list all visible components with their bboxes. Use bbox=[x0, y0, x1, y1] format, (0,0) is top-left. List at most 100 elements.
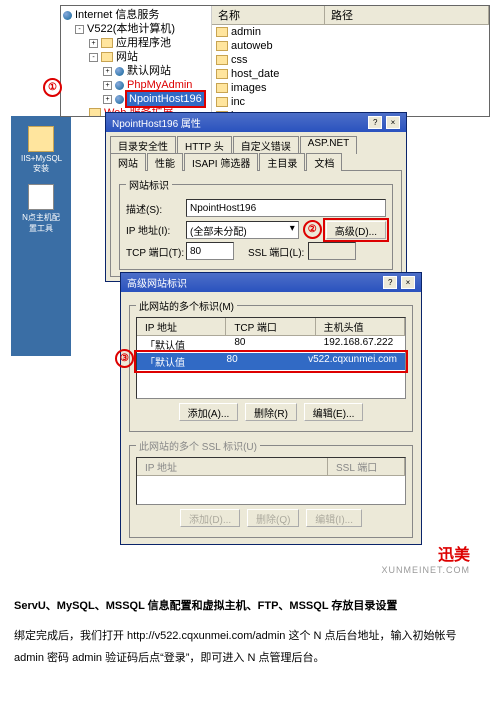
folder-icon bbox=[216, 83, 228, 93]
desc-label: 描述(S): bbox=[126, 201, 186, 216]
edit-button: 编辑(I)... bbox=[306, 509, 362, 527]
annotation-3: ③ bbox=[115, 349, 134, 368]
advanced-button[interactable]: 高级(D)... bbox=[326, 221, 386, 239]
folder-icon bbox=[216, 27, 228, 37]
ssl-identity-fieldset: 此网站的多个 SSL 标识(U) IP 地址 SSL 端口 添加(D)... 删… bbox=[129, 438, 413, 538]
tab-documents[interactable]: 文档 bbox=[306, 153, 342, 171]
tcp-label: TCP 端口(T): bbox=[126, 244, 186, 259]
folder-icon bbox=[216, 97, 228, 107]
folder-icon bbox=[216, 41, 228, 51]
list-item[interactable]: css bbox=[212, 53, 489, 67]
annotation-1: ① bbox=[43, 78, 62, 97]
tab-website[interactable]: 网站 bbox=[110, 153, 146, 171]
site-icon bbox=[115, 67, 124, 76]
plus-icon[interactable]: + bbox=[103, 95, 112, 104]
site-properties-dialog: NpointHost196 属性 ? × 目录安全性 HTTP 头 自定义错误 … bbox=[105, 112, 407, 282]
desktop-icon[interactable]: N点主机配置工具 bbox=[21, 184, 61, 234]
folder-icon bbox=[89, 108, 101, 116]
tree-node-site[interactable]: +默认网站 bbox=[61, 64, 211, 78]
tree-node-site-selected[interactable]: +NpointHost196 bbox=[61, 92, 211, 106]
minus-icon[interactable]: - bbox=[89, 53, 98, 62]
chevron-down-icon: ▾ bbox=[290, 223, 295, 237]
listview-header: IP 地址 TCP 端口 主机头值 bbox=[137, 318, 405, 336]
help-icon[interactable]: ? bbox=[383, 276, 397, 289]
site-identity-fieldset: 网站标识 描述(S): IP 地址(I): (全部未分配)▾ ② 高级(D)..… bbox=[119, 177, 393, 270]
iis-tree-panel[interactable]: Internet 信息服务 -V522(本地计算机) +应用程序池 -网站 +默… bbox=[61, 6, 212, 116]
dialog-titlebar[interactable]: NpointHost196 属性 ? × bbox=[106, 113, 406, 132]
ip-combo[interactable]: (全部未分配)▾ bbox=[186, 221, 299, 239]
col-name[interactable]: 名称 bbox=[212, 6, 325, 24]
tree-node-websites[interactable]: -网站 bbox=[61, 50, 211, 64]
add-button[interactable]: 添加(A)... bbox=[179, 403, 239, 421]
ssl-listview: IP 地址 SSL 端口 bbox=[136, 457, 406, 505]
plus-icon[interactable]: + bbox=[103, 67, 112, 76]
dialog-titlebar[interactable]: 高级网站标识 ? × bbox=[121, 273, 421, 292]
tab-content: 网站标识 描述(S): IP 地址(I): (全部未分配)▾ ② 高级(D)..… bbox=[110, 170, 402, 277]
list-item[interactable]: images bbox=[212, 81, 489, 95]
tab-http-headers[interactable]: HTTP 头 bbox=[177, 136, 232, 154]
desktop-icon-label: N点主机配置工具 bbox=[22, 213, 60, 233]
tab-home-dir[interactable]: 主目录 bbox=[259, 153, 305, 171]
folder-icon bbox=[216, 69, 228, 79]
col-host[interactable]: 主机头值 bbox=[316, 318, 405, 335]
tree-node-site[interactable]: +PhpMyAdmin bbox=[61, 78, 211, 92]
ip-label: IP 地址(I): bbox=[126, 222, 186, 237]
listview-header: IP 地址 SSL 端口 bbox=[137, 458, 405, 476]
tree-node-apppools[interactable]: +应用程序池 bbox=[61, 36, 211, 50]
ssl-label: SSL 端口(L): bbox=[248, 244, 308, 259]
body-paragraph: 绑定完成后，我们打开 http://v522.cqxunmei.com/admi… bbox=[0, 615, 500, 679]
tab-dir-security[interactable]: 目录安全性 bbox=[110, 136, 176, 154]
close-icon[interactable]: × bbox=[386, 116, 400, 129]
identity-listview[interactable]: IP 地址 TCP 端口 主机头值 「默认值 80 192.168.67.222… bbox=[136, 317, 406, 399]
desc-input[interactable] bbox=[186, 199, 386, 217]
site-icon bbox=[115, 95, 124, 104]
advanced-identity-dialog: 高级网站标识 ? × 此网站的多个标识(M) ③ IP 地址 TCP 端口 主机… bbox=[120, 272, 422, 545]
multi-identity-fieldset: 此网站的多个标识(M) ③ IP 地址 TCP 端口 主机头值 「默认值 80 … bbox=[129, 298, 413, 432]
fieldset-legend: 网站标识 bbox=[126, 177, 172, 192]
folder-icon bbox=[28, 126, 54, 152]
window-buttons: ? × bbox=[382, 276, 415, 289]
delete-button[interactable]: 删除(R) bbox=[245, 403, 297, 421]
dialog-title: NpointHost196 属性 bbox=[112, 115, 201, 130]
tcp-port-input[interactable] bbox=[186, 242, 234, 260]
iis-mmc-window: IIS+MySQL安装 N点主机配置工具 ① Internet 信息服务 -V5… bbox=[60, 5, 490, 117]
col-ip: IP 地址 bbox=[137, 458, 328, 475]
close-icon[interactable]: × bbox=[401, 276, 415, 289]
minus-icon[interactable]: - bbox=[75, 25, 84, 34]
fieldset-legend: 此网站的多个 SSL 标识(U) bbox=[136, 438, 260, 453]
col-ssl: SSL 端口 bbox=[328, 458, 405, 475]
col-ip[interactable]: IP 地址 bbox=[137, 318, 226, 335]
desktop-background: IIS+MySQL安装 N点主机配置工具 bbox=[11, 116, 71, 356]
globe-icon bbox=[63, 11, 72, 20]
tree-node-server[interactable]: -V522(本地计算机) bbox=[61, 22, 211, 36]
folder-icon bbox=[101, 52, 113, 62]
col-tcp[interactable]: TCP 端口 bbox=[226, 318, 315, 335]
button-row: 添加(A)... 删除(R) 编辑(E)... bbox=[136, 399, 406, 425]
listview-row[interactable]: 「默认值 80 192.168.67.222 bbox=[137, 336, 405, 353]
tree-node-root[interactable]: Internet 信息服务 bbox=[61, 8, 211, 22]
listview-row-selected[interactable]: 「默认值 80 v522.cqxunmei.com bbox=[137, 353, 405, 370]
tab-custom-errors[interactable]: 自定义错误 bbox=[233, 136, 299, 154]
tool-icon bbox=[28, 184, 54, 210]
tab-performance[interactable]: 性能 bbox=[147, 153, 183, 171]
tab-isapi[interactable]: ISAPI 筛选器 bbox=[184, 153, 258, 171]
add-button: 添加(D)... bbox=[180, 509, 240, 527]
annotation-2: ② bbox=[303, 220, 322, 239]
plus-icon[interactable]: + bbox=[89, 39, 98, 48]
dialog-title: 高级网站标识 bbox=[127, 275, 187, 290]
list-item[interactable]: host_date bbox=[212, 67, 489, 81]
desktop-icon[interactable]: IIS+MySQL安装 bbox=[21, 126, 61, 174]
list-item[interactable]: inc bbox=[212, 95, 489, 109]
help-icon[interactable]: ? bbox=[368, 116, 382, 129]
section-heading: ServU、MySQL、MSSQL 信息配置和虚拟主机、FTP、MSSQL 存放… bbox=[0, 585, 500, 615]
plus-icon[interactable]: + bbox=[103, 81, 112, 90]
desktop-icon-label: IIS+MySQL安装 bbox=[21, 154, 62, 173]
edit-button[interactable]: 编辑(E)... bbox=[304, 403, 364, 421]
folder-icon bbox=[101, 38, 113, 48]
tab-aspnet[interactable]: ASP.NET bbox=[300, 136, 358, 154]
ssl-port-input[interactable] bbox=[308, 242, 356, 260]
list-item[interactable]: admin bbox=[212, 25, 489, 39]
list-item[interactable]: autoweb bbox=[212, 39, 489, 53]
delete-button: 删除(Q) bbox=[247, 509, 299, 527]
col-path[interactable]: 路径 bbox=[325, 6, 489, 24]
